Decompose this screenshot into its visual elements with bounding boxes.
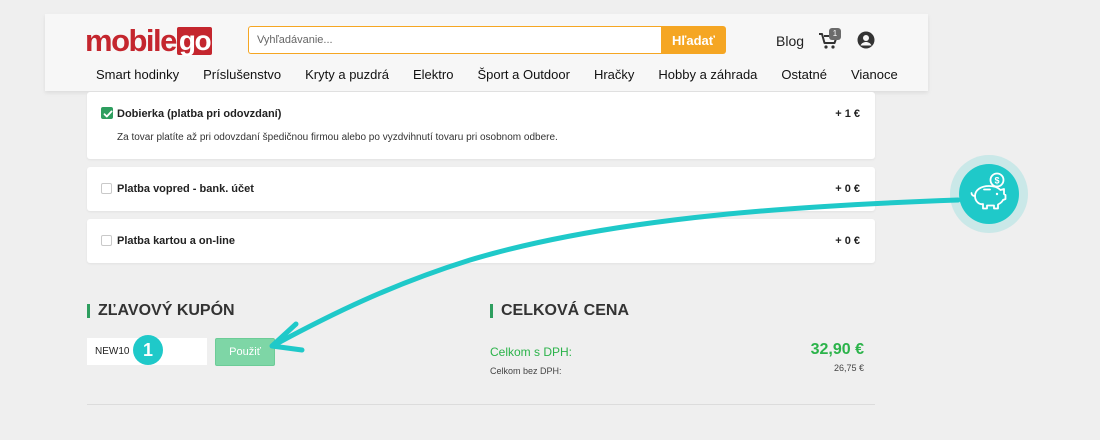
- nav-item-prislusenstvo[interactable]: Príslušenstvo: [203, 67, 281, 82]
- logo-box: go: [176, 25, 213, 56]
- payment-option-bank[interactable]: Platba vopred - bank. účet + 0 €: [87, 167, 875, 211]
- payment-price: + 1 €: [835, 108, 860, 120]
- nav-item-hracky[interactable]: Hračky: [594, 67, 634, 82]
- nav-item-kryty[interactable]: Kryty a puzdrá: [305, 67, 389, 82]
- checkbox-card[interactable]: [101, 235, 112, 246]
- total-without-vat-value: 26,75 €: [833, 363, 864, 373]
- payment-title: Platba vopred - bank. účet: [117, 183, 254, 195]
- search-bar: Hľadať: [248, 26, 726, 54]
- step-badge: 1: [133, 335, 163, 365]
- payment-title: Platba kartou a on-line: [117, 235, 235, 247]
- nav-item-elektro[interactable]: Elektro: [413, 67, 453, 82]
- piggy-badge: $: [959, 164, 1019, 224]
- user-icon[interactable]: [857, 31, 875, 49]
- main-nav: Smart hodinky Príslušenstvo Kryty a puzd…: [96, 67, 922, 82]
- site-header: mobilego Hľadať Blog 1 Smart hodinky Prí…: [45, 14, 928, 91]
- checkbox-bank[interactable]: [101, 183, 112, 194]
- logo-text: mobile: [85, 23, 177, 58]
- total-without-vat-label: Celkom bez DPH:: [490, 366, 562, 376]
- search-input[interactable]: [248, 26, 661, 54]
- total-heading: CELKOVÁ CENA: [490, 303, 629, 319]
- payment-price: + 0 €: [835, 235, 860, 247]
- cart-count-badge: 1: [829, 28, 841, 40]
- checkmark-icon: [103, 110, 113, 118]
- svg-text:$: $: [994, 176, 999, 186]
- payment-description: Za tovar platíte až pri odovzdaní špedič…: [117, 132, 558, 143]
- nav-item-smart-hodinky[interactable]: Smart hodinky: [96, 67, 179, 82]
- nav-item-sport[interactable]: Šport a Outdoor: [477, 67, 570, 82]
- nav-item-ostatne[interactable]: Ostatné: [781, 67, 827, 82]
- logo[interactable]: mobile go: [85, 23, 213, 58]
- divider: [87, 404, 875, 405]
- coupon-heading: ZĽAVOVÝ KUPÓN: [87, 303, 235, 319]
- nav-item-hobby[interactable]: Hobby a záhrada: [658, 67, 757, 82]
- total-with-vat-value: 32,90 €: [810, 341, 864, 358]
- search-button[interactable]: Hľadať: [661, 26, 726, 54]
- blog-link[interactable]: Blog: [776, 33, 804, 49]
- piggy-bank-icon: $: [970, 172, 1007, 210]
- payment-option-card[interactable]: Platba kartou a on-line + 0 €: [87, 219, 875, 263]
- total-with-vat-label: Celkom s DPH:: [490, 345, 573, 359]
- payment-option-cod[interactable]: Dobierka (platba pri odovzdaní) + 1 € Za…: [87, 92, 875, 159]
- nav-item-vianoce[interactable]: Vianoce: [851, 67, 898, 82]
- apply-coupon-button[interactable]: Použiť: [215, 338, 275, 366]
- checkbox-cod[interactable]: [101, 107, 113, 119]
- payment-title: Dobierka (platba pri odovzdaní): [117, 108, 282, 120]
- payment-price: + 0 €: [835, 183, 860, 195]
